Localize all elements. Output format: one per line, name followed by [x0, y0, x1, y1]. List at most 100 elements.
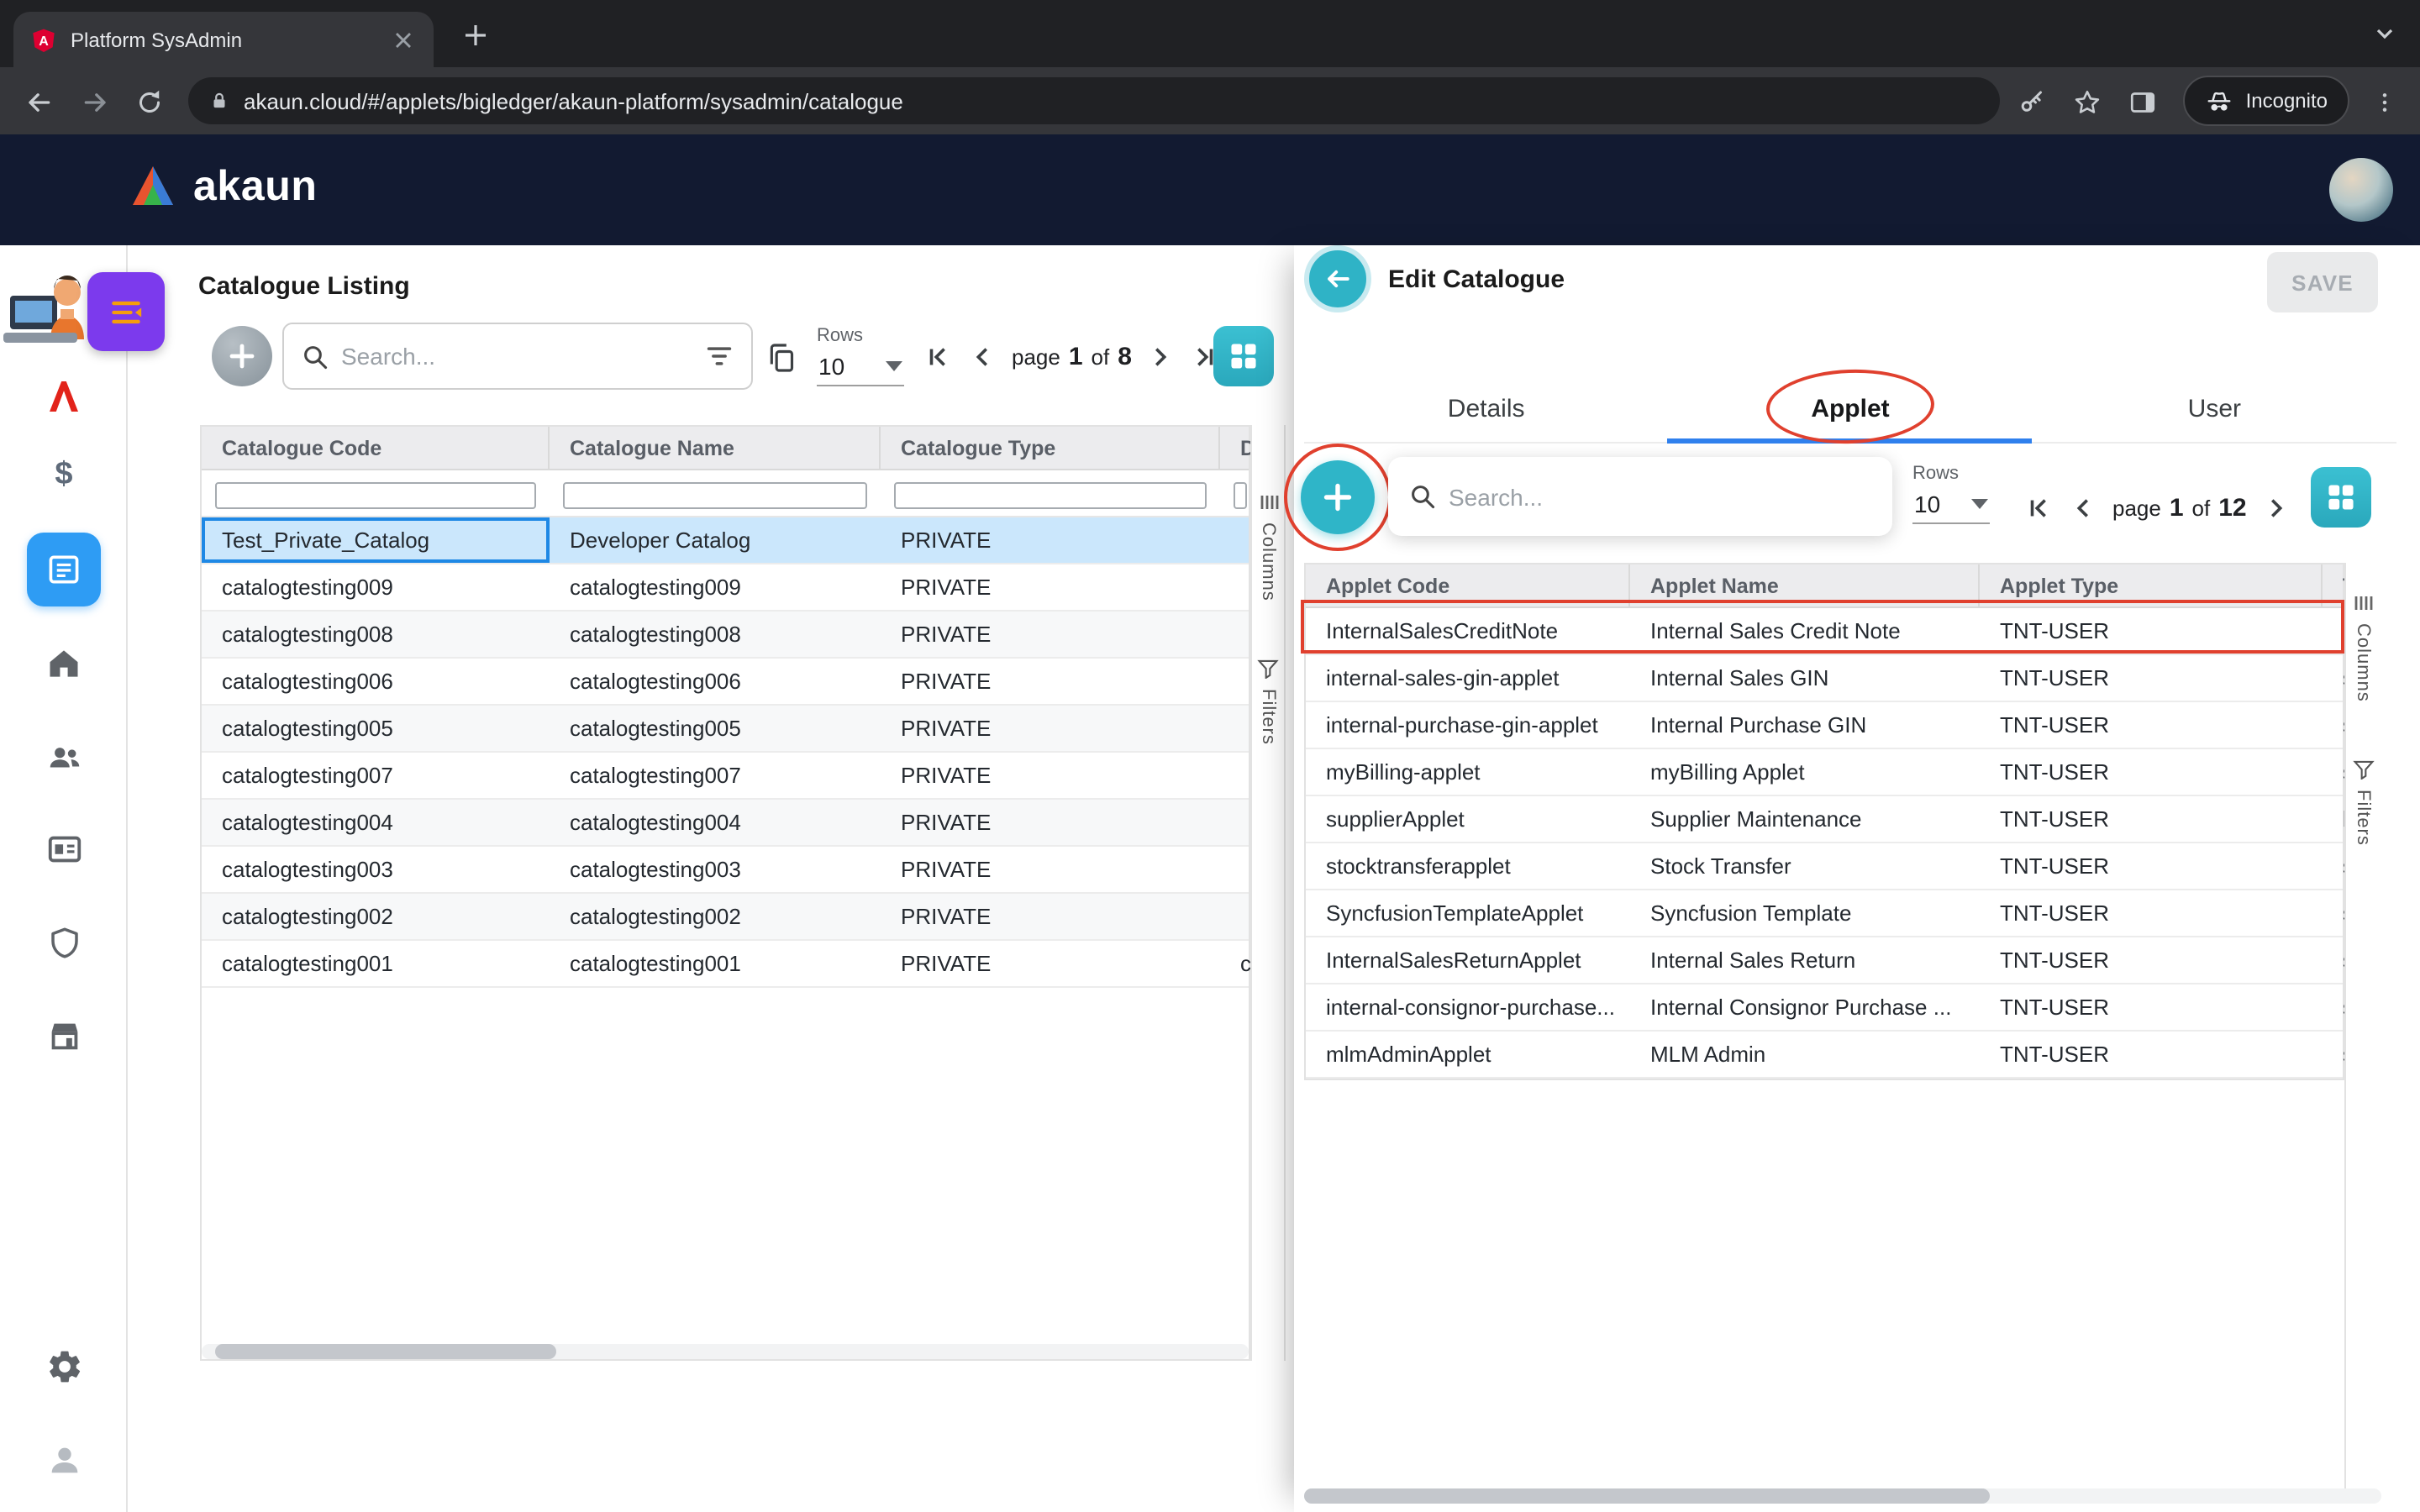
sidebar-item-profile[interactable] [0, 1440, 128, 1478]
sidebar-item-store[interactable] [0, 1016, 128, 1055]
filter-input-catalogue-type[interactable] [894, 481, 1207, 508]
filter-input-truncated[interactable] [1234, 481, 1247, 508]
sidebar: $ [0, 245, 128, 1512]
back-button[interactable] [17, 81, 60, 124]
filter-list-icon[interactable] [704, 343, 734, 370]
applet-search-box [1388, 457, 1892, 536]
table-row[interactable]: SyncfusionTemplateApplet Syncfusion Temp… [1306, 890, 2343, 937]
add-applet-button[interactable] [1301, 460, 1375, 534]
tab-search-chevron-icon[interactable] [2370, 18, 2400, 49]
catalogue-list-icon [45, 551, 82, 588]
tab-user[interactable]: User [2033, 376, 2396, 442]
cell-name: Developer Catalog [550, 517, 881, 563]
horizontal-scrollbar-thumb[interactable] [1304, 1488, 1990, 1504]
copy-pages-icon[interactable] [761, 338, 802, 378]
first-page-icon[interactable] [924, 343, 953, 371]
table-row[interactable]: mlmAdminApplet MLM Admin TNT-USER st [1306, 1032, 2343, 1079]
reload-button[interactable] [128, 81, 171, 124]
table-row[interactable]: stocktransferapplet Stock Transfer TNT-U… [1306, 843, 2343, 890]
page-infix: of [1092, 344, 1110, 370]
sidebar-item-catalogue-active[interactable] [27, 533, 101, 606]
sidebar-item-cards[interactable] [0, 830, 128, 869]
catalogue-search-input[interactable] [341, 343, 692, 370]
browser-menu-kebab-icon[interactable] [2363, 81, 2407, 124]
gear-icon [45, 1347, 83, 1386]
applet-pagination: page 1 of 12 [2025, 494, 2334, 522]
rows-per-page-select[interactable]: Rows 10 [817, 326, 904, 386]
applet-table: Applet Code Applet Name Applet Type Te I… [1304, 563, 2344, 1080]
cell-type: PRIVATE [881, 564, 1220, 610]
side-panel-icon[interactable] [2121, 81, 2165, 124]
cell-name: catalogtesting002 [550, 894, 881, 939]
forward-button[interactable] [74, 81, 118, 124]
columns-toggle[interactable]: Columns [2353, 593, 2373, 702]
table-row-selected[interactable]: Test_Private_Catalog Developer Catalog P… [202, 517, 1249, 564]
filters-toggle[interactable]: Filters [2352, 759, 2374, 846]
horizontal-scrollbar-thumb[interactable] [215, 1344, 556, 1359]
table-row[interactable]: internal-consignor-purchase... Internal … [1306, 984, 2343, 1032]
save-button[interactable]: SAVE [2267, 252, 2378, 312]
applet-search-input[interactable] [1449, 483, 1872, 510]
horizontal-scrollbar-track [1304, 1488, 2381, 1504]
prev-page-icon[interactable] [2069, 494, 2097, 522]
next-page-icon[interactable] [2262, 494, 2291, 522]
columns-toggle[interactable]: Columns [1258, 492, 1278, 601]
grid-view-button[interactable] [2311, 467, 2371, 528]
tab-details[interactable]: Details [1304, 376, 1668, 442]
grid-view-button[interactable] [1213, 326, 1274, 386]
tab-close-icon[interactable] [390, 26, 417, 53]
sidebar-item-users[interactable] [0, 738, 128, 776]
browser-tab[interactable]: A Platform SysAdmin [13, 12, 434, 67]
filter-input-catalogue-name[interactable] [563, 481, 867, 508]
table-row[interactable]: catalogtesting008 catalogtesting008 PRIV… [202, 612, 1249, 659]
sidebar-item-security[interactable] [0, 924, 128, 961]
sidebar-item-acrobat[interactable] [0, 376, 128, 417]
table-header-row: Applet Code Applet Name Applet Type Te [1306, 564, 2343, 608]
table-row[interactable]: catalogtesting007 catalogtesting007 PRIV… [202, 753, 1249, 800]
akaun-logo[interactable]: akaun [128, 161, 318, 212]
column-header-applet-code: Applet Code [1306, 564, 1630, 606]
next-page-icon[interactable] [1147, 343, 1176, 371]
prev-page-icon[interactable] [968, 343, 997, 371]
table-row[interactable]: catalogtesting004 catalogtesting004 PRIV… [202, 800, 1249, 847]
sidebar-item-settings[interactable] [0, 1347, 128, 1386]
table-row[interactable]: catalogtesting001 catalogtesting001 PRIV… [202, 941, 1249, 988]
table-row[interactable]: catalogtesting005 catalogtesting005 PRIV… [202, 706, 1249, 753]
table-row[interactable]: myBilling-applet myBilling Applet TNT-US… [1306, 749, 2343, 796]
svg-text:A: A [39, 34, 49, 48]
search-icon [1408, 482, 1437, 511]
bookmark-star-icon[interactable] [2065, 81, 2109, 124]
sidebar-item-home[interactable] [0, 645, 128, 682]
table-row[interactable]: catalogtesting009 catalogtesting009 PRIV… [202, 564, 1249, 612]
table-row-highlighted[interactable]: InternalSalesCreditNote Internal Sales C… [1306, 608, 2343, 655]
cell-name: Syncfusion Template [1630, 890, 1980, 936]
tab-applet[interactable]: Applet [1668, 376, 2032, 442]
table-row[interactable]: supplierApplet Supplier Maintenance TNT-… [1306, 796, 2343, 843]
user-avatar[interactable] [2329, 158, 2393, 222]
cell-name: catalogtesting009 [550, 564, 881, 610]
back-to-listing-button[interactable] [1304, 245, 1371, 312]
table-row[interactable]: internal-purchase-gin-applet Internal Pu… [1306, 702, 2343, 749]
menu-toggle-button[interactable] [87, 272, 165, 351]
table-side-strip: Columns Filters [1250, 425, 1286, 1361]
password-key-icon[interactable] [2010, 81, 2054, 124]
address-bar[interactable]: akaun.cloud/#/applets/bigledger/akaun-pl… [188, 77, 2000, 124]
panel-title: Edit Catalogue [1388, 265, 1565, 294]
cell-type: TNT-USER [1980, 937, 2323, 983]
sidebar-item-billing[interactable]: $ [0, 457, 128, 494]
rows-per-page-select[interactable]: Rows 10 [1912, 464, 1990, 524]
cell-name: catalogtesting005 [550, 706, 881, 751]
filters-toggle[interactable]: Filters [1257, 659, 1279, 745]
table-row[interactable]: catalogtesting003 catalogtesting003 PRIV… [202, 847, 1249, 894]
akaun-logo-icon [128, 161, 178, 212]
sidebar-user-widget[interactable] [0, 265, 168, 360]
add-catalogue-button[interactable] [212, 326, 272, 386]
table-row[interactable]: catalogtesting006 catalogtesting006 PRIV… [202, 659, 1249, 706]
table-row[interactable]: catalogtesting002 catalogtesting002 PRIV… [202, 894, 1249, 941]
new-tab-button[interactable] [457, 17, 494, 54]
table-row[interactable]: InternalSalesReturnApplet Internal Sales… [1306, 937, 2343, 984]
first-page-icon[interactable] [2025, 494, 2054, 522]
cell-type: TNT-USER [1980, 843, 2323, 889]
table-row[interactable]: internal-sales-gin-applet Internal Sales… [1306, 655, 2343, 702]
filter-input-catalogue-code[interactable] [215, 481, 536, 508]
